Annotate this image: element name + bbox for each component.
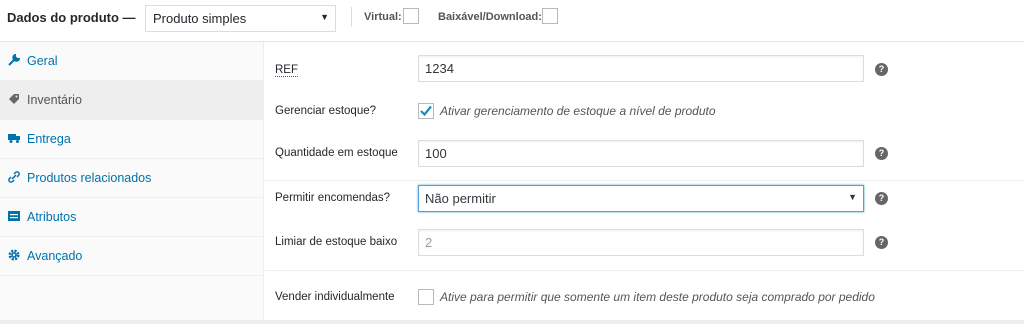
wrench-icon [8,54,20,66]
tab-label: Geral [27,54,58,68]
tab-label: Atributos [27,210,77,224]
manage-stock-label: Gerenciar estoque? [275,105,377,117]
low-stock-label: Limiar de estoque baixo [275,236,398,248]
stock-qty-input[interactable]: 100 [418,140,864,167]
product-type-select[interactable]: Produto simples ▼ [145,5,336,32]
tab-geral[interactable]: Geral [0,42,264,81]
product-data-title: Dados do produto — [7,10,136,25]
panel-bottom-border [0,320,1024,324]
low-stock-help-icon[interactable]: ? [875,236,888,249]
tab-produtos-relacionados[interactable]: Produtos relacionados [0,159,264,198]
header-divider [351,7,352,27]
backorders-help-icon[interactable]: ? [875,192,888,205]
gear-icon [8,249,20,261]
stock-qty-help-icon[interactable]: ? [875,147,888,160]
inventory-panel: REF 1234 ? Gerenciar estoque? Ativar ger… [265,42,1024,324]
backorders-select[interactable]: Não permitir ▼ [418,185,864,212]
sold-individually-label: Vender individualmente [275,291,395,303]
sold-individually-description: Ative para permitir que somente um item … [440,290,875,304]
sku-input[interactable]: 1234 [418,55,864,82]
sku-label: REF [275,64,298,77]
link-icon [8,171,20,183]
product-type-value: Produto simples [153,11,247,26]
manage-stock-description: Ativar gerenciamento de estoque a nível … [440,104,716,118]
product-data-header: Dados do produto — Produto simples ▼ Vir… [0,0,1024,42]
manage-stock-checkbox[interactable] [418,103,434,119]
tab-label: Produtos relacionados [27,171,152,185]
download-label: Baixável/Download: [438,11,542,23]
row-divider [265,270,1024,271]
tab-label: Entrega [27,132,71,146]
tab-avancado[interactable]: Avançado [0,237,264,276]
backorders-value: Não permitir [425,191,496,206]
table-icon [8,211,20,221]
backorders-label: Permitir encomendas? [275,192,391,204]
tab-label: Inventário [27,93,82,107]
tab-label: Avançado [27,249,83,263]
row-divider [265,180,1024,181]
sku-help-icon[interactable]: ? [875,63,888,76]
checkmark-icon [420,105,432,117]
product-data-tabs: Geral Inventário Entrega Produtos relaci… [0,42,264,324]
tag-icon [9,94,19,104]
truck-icon [8,134,20,143]
sold-individually-checkbox[interactable] [418,289,434,305]
download-checkbox[interactable] [542,8,558,24]
chevron-down-icon: ▼ [848,192,857,202]
chevron-down-icon: ▼ [320,12,329,22]
tab-atributos[interactable]: Atributos [0,198,264,237]
virtual-checkbox[interactable] [403,8,419,24]
virtual-label: Virtual: [364,11,402,23]
tab-entrega[interactable]: Entrega [0,120,264,159]
tab-inventario[interactable]: Inventário [0,81,264,120]
low-stock-input[interactable]: 2 [418,229,864,256]
stock-qty-label: Quantidade em estoque [275,147,398,159]
